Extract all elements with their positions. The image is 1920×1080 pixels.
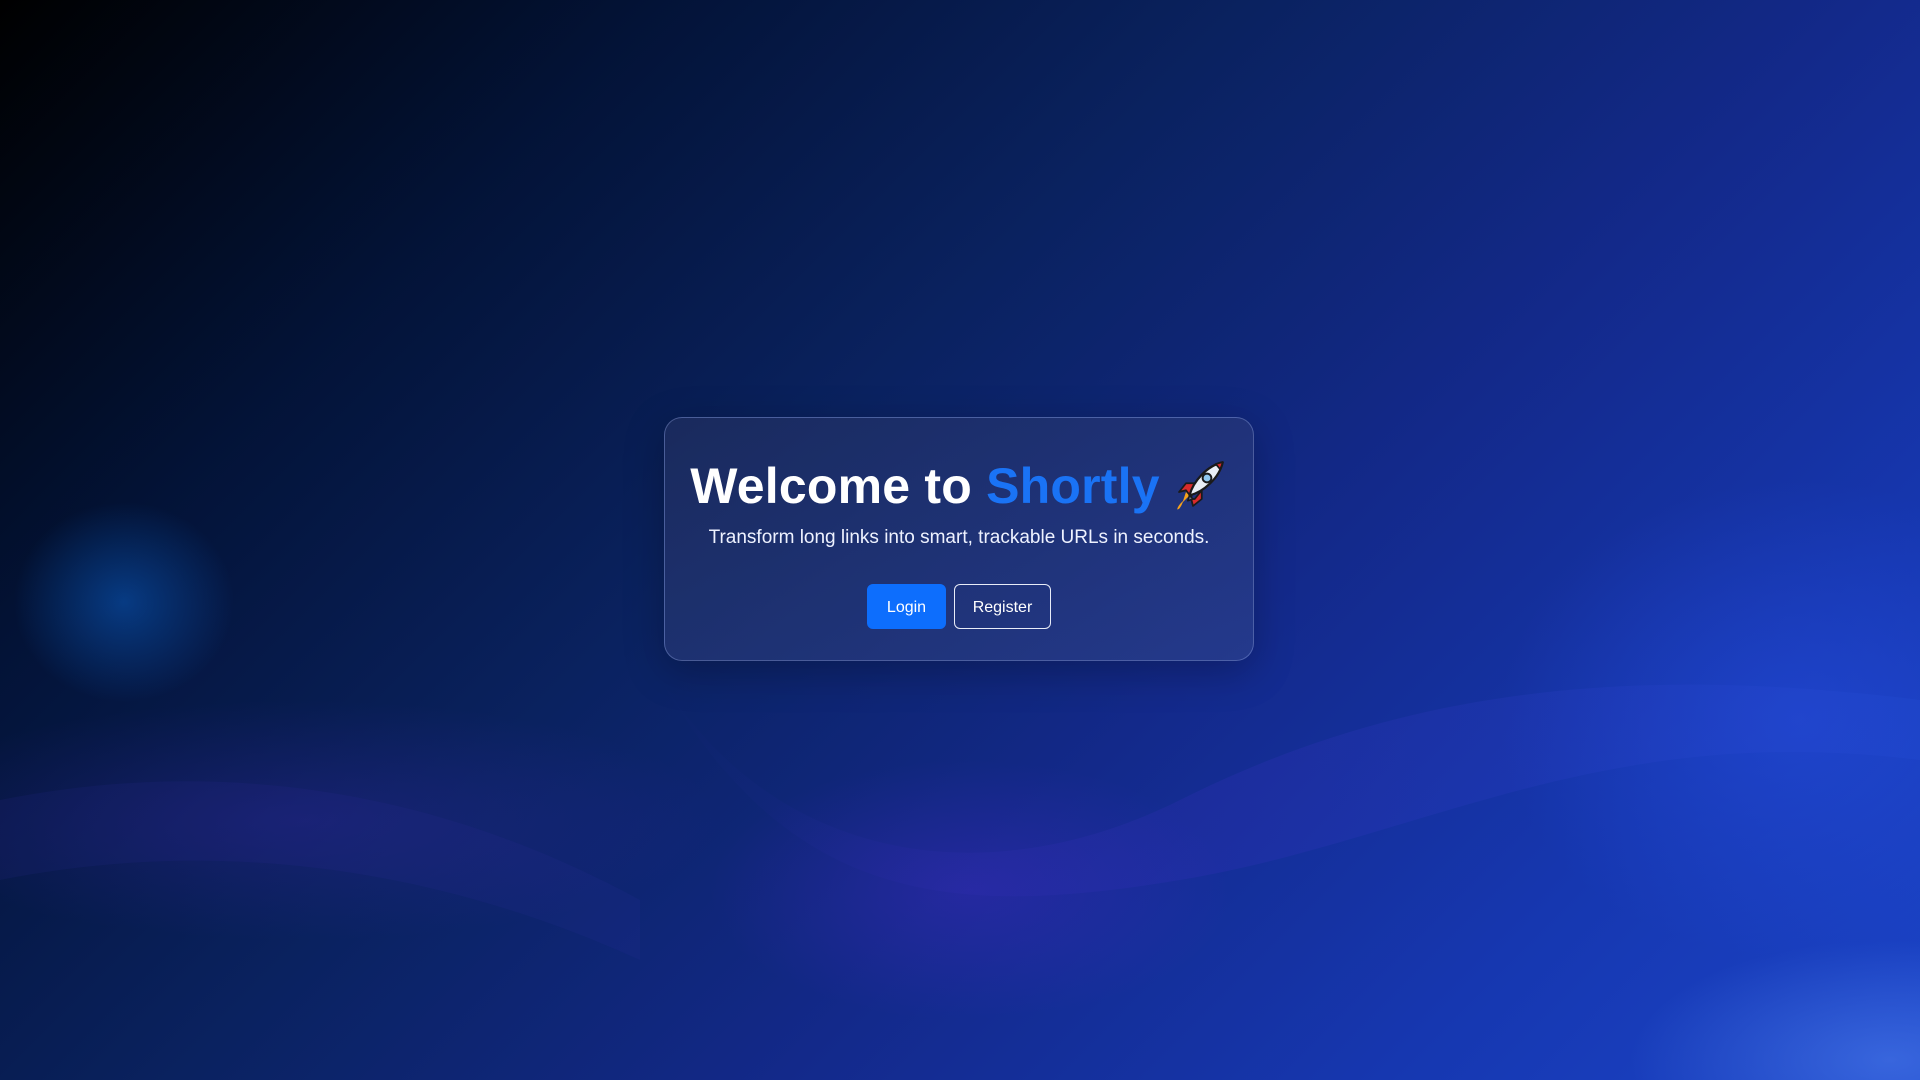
- title-prefix: Welcome to: [690, 458, 987, 514]
- welcome-card: Welcome to Shortly Transform long links …: [664, 417, 1254, 661]
- register-button[interactable]: Register: [954, 584, 1051, 629]
- login-button[interactable]: Login: [867, 584, 946, 629]
- brand-name: Shortly: [986, 458, 1160, 514]
- landing-page: { "hero": { "title_prefix": "Welcome to …: [0, 0, 1920, 1080]
- rocket-icon: [1176, 460, 1224, 510]
- page-title: Welcome to Shortly: [665, 454, 1253, 518]
- hero-subtitle: Transform long links into smart, trackab…: [708, 527, 1210, 548]
- auth-actions: Login Register: [665, 584, 1253, 629]
